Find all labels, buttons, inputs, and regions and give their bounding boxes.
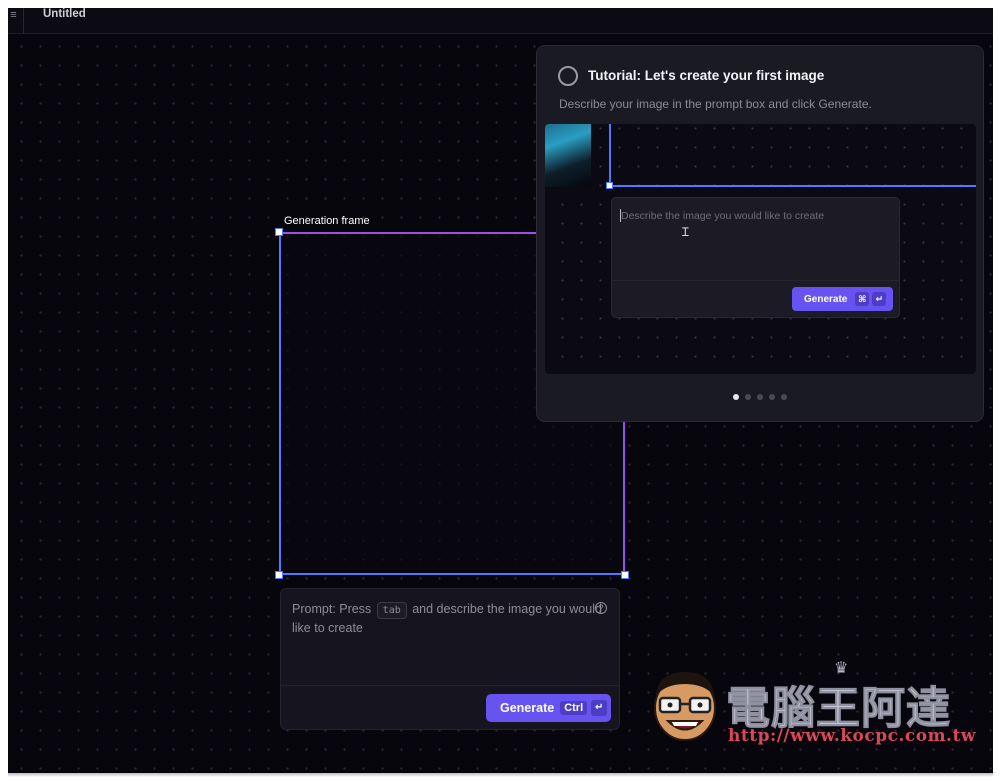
question-circle-icon[interactable]: ? bbox=[595, 602, 607, 614]
enter-key-icon: ↵ bbox=[591, 700, 608, 716]
frame-handle-top-left[interactable] bbox=[275, 228, 283, 236]
pagination-dot-4[interactable] bbox=[769, 394, 775, 400]
prompt-box[interactable]: Prompt: Press tab and describe the image… bbox=[280, 588, 620, 730]
preview-generate-button: Generate ⌘ ↵ bbox=[792, 287, 893, 311]
window-shadow bbox=[8, 773, 993, 777]
pagination-dot-3[interactable] bbox=[757, 394, 763, 400]
prompt-divider bbox=[281, 685, 619, 686]
document-title[interactable]: Untitled bbox=[43, 8, 86, 20]
watermark: ♛ 電腦王阿達 http://www.kocpc.com.tw bbox=[648, 658, 978, 753]
step-circle-icon[interactable] bbox=[558, 66, 578, 86]
preview-generate-label: Generate bbox=[804, 293, 848, 305]
watermark-url: http://www.kocpc.com.tw bbox=[728, 726, 976, 746]
generate-button-label: Generate bbox=[500, 701, 555, 715]
tutorial-description: Describe your image in the prompt box an… bbox=[559, 97, 872, 111]
mascot-face-icon bbox=[654, 672, 716, 741]
tab-key-hint: tab bbox=[376, 602, 407, 619]
preview-prompt-box: Describe the image you would like to cre… bbox=[611, 197, 900, 318]
tutorial-title: Tutorial: Let's create your first image bbox=[588, 68, 825, 83]
pagination-dot-2[interactable] bbox=[745, 394, 751, 400]
tutorial-pagination bbox=[537, 394, 983, 400]
top-bar: ≡ Untitled bbox=[8, 8, 993, 34]
hamburger-icon[interactable]: ≡ bbox=[8, 8, 24, 34]
preview-frame-edge bbox=[609, 185, 976, 187]
frame-handle-bottom-left[interactable] bbox=[275, 571, 283, 579]
prompt-text-before: Prompt: Press bbox=[292, 602, 372, 616]
app-window: ≡ Untitled Generation frame Prompt: Pres… bbox=[8, 8, 993, 773]
tutorial-panel: Tutorial: Let's create your first image … bbox=[536, 45, 984, 422]
preview-thumbnail-image bbox=[545, 124, 591, 187]
preview-frame-handle bbox=[606, 182, 613, 189]
preview-prompt-placeholder: Describe the image you would like to cre… bbox=[621, 210, 825, 222]
preview-frame-edge bbox=[609, 124, 611, 187]
generation-frame-label: Generation frame bbox=[284, 215, 370, 227]
enter-key-icon: ↵ bbox=[872, 292, 887, 306]
tutorial-preview: Describe the image you would like to cre… bbox=[545, 124, 976, 374]
generate-button[interactable]: Generate Ctrl ↵ bbox=[486, 694, 611, 722]
pagination-dot-5[interactable] bbox=[781, 394, 787, 400]
command-key-icon: ⌘ bbox=[855, 292, 870, 306]
frame-handle-bottom-right[interactable] bbox=[621, 571, 629, 579]
preview-prompt-divider bbox=[612, 280, 899, 281]
ibeam-cursor-icon: Ɪ bbox=[682, 225, 689, 239]
ctrl-shortcut-badge: Ctrl bbox=[560, 701, 588, 715]
pagination-dot-1[interactable] bbox=[733, 394, 739, 400]
prompt-placeholder[interactable]: Prompt: Press tab and describe the image… bbox=[292, 600, 606, 637]
